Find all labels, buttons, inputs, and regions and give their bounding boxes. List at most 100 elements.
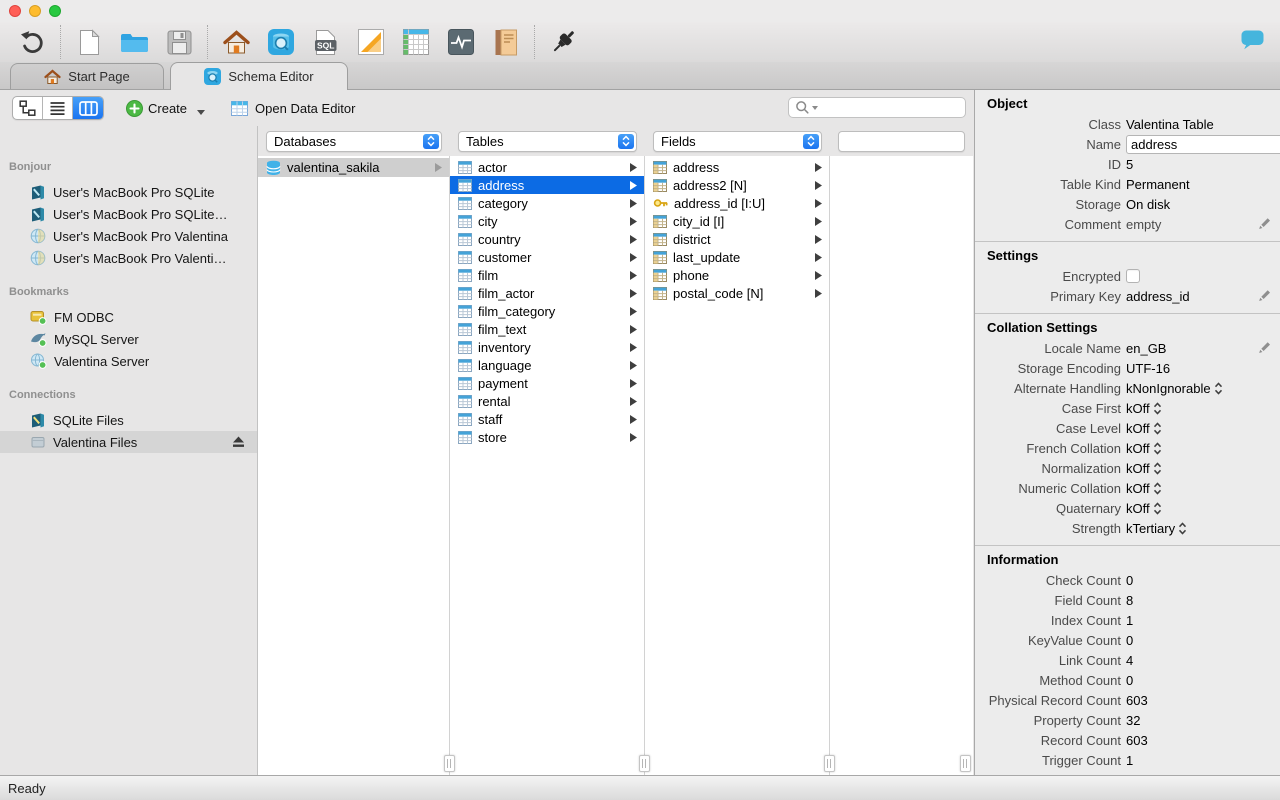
- sidebar-item-user-s-macbook-pro-sqlite-ssl-[interactable]: User's MacBook Pro SQLite (SSL): [0, 203, 257, 225]
- data-editor-button[interactable]: [401, 27, 431, 57]
- value-stepper-icon[interactable]: [1153, 461, 1162, 475]
- monitor-button[interactable]: [446, 27, 476, 57]
- edit-pencil-icon[interactable]: [1258, 217, 1271, 230]
- value-stepper-icon[interactable]: [1178, 521, 1187, 535]
- inspector-row-label: Encrypted: [1062, 268, 1121, 284]
- list-item-address2-n-[interactable]: address2 [N]: [645, 176, 829, 194]
- inspector-value-text: Permanent: [1126, 176, 1190, 192]
- sidebar-item-user-s-macbook-pro-sqlite[interactable]: User's MacBook Pro SQLite: [0, 181, 257, 203]
- list-item-language[interactable]: language: [450, 356, 644, 374]
- list-item-address[interactable]: address: [645, 158, 829, 176]
- list-item-payment[interactable]: payment: [450, 374, 644, 392]
- list-item-inventory[interactable]: inventory: [450, 338, 644, 356]
- value-stepper-icon[interactable]: [1214, 381, 1223, 395]
- diagram-button[interactable]: [356, 27, 386, 57]
- list-item-phone[interactable]: phone: [645, 266, 829, 284]
- inspector-row-value: 1: [1126, 613, 1133, 628]
- empty-select[interactable]: [838, 130, 965, 152]
- value-stepper-icon[interactable]: [1153, 501, 1162, 515]
- value-stepper-icon[interactable]: [1153, 481, 1162, 495]
- list-item-label: city: [478, 213, 498, 229]
- report-button[interactable]: [491, 27, 521, 57]
- inspector-row-label: Storage Encoding: [1017, 360, 1121, 376]
- report-icon: [494, 29, 518, 56]
- edit-pencil-icon[interactable]: [1258, 289, 1271, 302]
- sidebar-item-valentina-files[interactable]: Valentina Files: [0, 431, 257, 453]
- fields-select[interactable]: Fields: [653, 130, 822, 152]
- list-item-address-id-i-u-[interactable]: address_id [I:U]: [645, 194, 829, 212]
- value-stepper-icon[interactable]: [1153, 441, 1162, 455]
- edit-pencil-icon[interactable]: [1258, 341, 1271, 354]
- odbc-bookmark-icon: [30, 309, 47, 325]
- save-button[interactable]: [164, 27, 194, 57]
- minimize-window-button[interactable]: [29, 5, 41, 17]
- object-inspector: Object Class Valentina Table Name ID 5 Table K…: [974, 90, 1280, 775]
- list-item-district[interactable]: district: [645, 230, 829, 248]
- open-data-editor-button[interactable]: Open Data Editor: [231, 100, 355, 116]
- list-item-staff[interactable]: staff: [450, 410, 644, 428]
- list-item-store[interactable]: store: [450, 428, 644, 446]
- list-item-valentina-sakila[interactable]: valentina_sakila: [258, 158, 449, 177]
- inspector-row-value: kOff: [1126, 461, 1162, 476]
- sidebar-item-mysql-server[interactable]: MySQL Server: [0, 328, 257, 350]
- zoom-window-button[interactable]: [49, 5, 61, 17]
- column-view-button[interactable]: [73, 97, 103, 119]
- inspector-row-value: kOff: [1126, 481, 1162, 496]
- home-small-icon: [44, 69, 61, 85]
- home-button[interactable]: [221, 27, 251, 57]
- list-item-customer[interactable]: customer: [450, 248, 644, 266]
- list-item-country[interactable]: country: [450, 230, 644, 248]
- tables-select[interactable]: Tables: [458, 130, 637, 152]
- encrypted-checkbox[interactable]: [1126, 269, 1140, 283]
- sidebar-item-sqlite-files[interactable]: SQLite Files: [0, 409, 257, 431]
- databases-select[interactable]: Databases: [266, 130, 442, 152]
- column-resize-handle[interactable]: [444, 755, 455, 772]
- inspector-section-title: Object: [987, 96, 1028, 111]
- sidebar-item-label: User's MacBook Pro SQLite: [53, 184, 215, 200]
- list-item-postal-code-n-[interactable]: postal_code [N]: [645, 284, 829, 302]
- feedback-chat-button[interactable]: [1241, 30, 1264, 55]
- list-item-city[interactable]: city: [450, 212, 644, 230]
- column-resize-handle[interactable]: [824, 755, 835, 772]
- tab-schema-editor[interactable]: Schema Editor: [170, 62, 348, 90]
- list-item-last-update[interactable]: last_update: [645, 248, 829, 266]
- list-item-actor[interactable]: actor: [450, 158, 644, 176]
- schema-editor-button[interactable]: [266, 27, 296, 57]
- inspector-row-label: Physical Record Count: [988, 692, 1121, 708]
- list-item-film[interactable]: film: [450, 266, 644, 284]
- sidebar-item-fm-odbc[interactable]: FM ODBC: [0, 306, 257, 328]
- create-button[interactable]: Create: [126, 99, 206, 117]
- sql-editor-button[interactable]: SQL: [311, 27, 341, 57]
- list-item-film-category[interactable]: film_category: [450, 302, 644, 320]
- list-item-rental[interactable]: rental: [450, 392, 644, 410]
- inspector-row-value: kOff: [1126, 441, 1162, 456]
- close-window-button[interactable]: [9, 5, 21, 17]
- list-item-city-id-i-[interactable]: city_id [I]: [645, 212, 829, 230]
- tab-start-page[interactable]: Start Page: [10, 63, 164, 89]
- eject-icon[interactable]: [232, 436, 245, 448]
- value-stepper-icon[interactable]: [1153, 421, 1162, 435]
- schema-search-input[interactable]: [788, 97, 966, 118]
- connect-button[interactable]: [548, 27, 578, 57]
- list-item-label: film_actor: [478, 285, 535, 301]
- sidebar-item-user-s-macbook-pro-valentina-s-[interactable]: User's MacBook Pro Valentina (S…: [0, 247, 257, 269]
- open-folder-icon: [120, 31, 149, 54]
- new-document-button[interactable]: [74, 27, 104, 57]
- list-item-film-text[interactable]: film_text: [450, 320, 644, 338]
- column-resize-handle[interactable]: [639, 755, 650, 772]
- column-resize-handle[interactable]: [960, 755, 971, 772]
- undo-button[interactable]: [17, 27, 47, 57]
- open-folder-button[interactable]: [119, 27, 149, 57]
- list-item-category[interactable]: category: [450, 194, 644, 212]
- inspector-value-text: 0: [1126, 572, 1134, 588]
- inspector-value-text: 603: [1126, 692, 1148, 708]
- tree-view-button[interactable]: [13, 97, 43, 119]
- name-input[interactable]: [1126, 134, 1280, 154]
- list-item-address[interactable]: address: [450, 176, 644, 194]
- inspector-value-text: 1: [1126, 752, 1134, 768]
- sidebar-item-user-s-macbook-pro-valentina[interactable]: User's MacBook Pro Valentina: [0, 225, 257, 247]
- list-item-film-actor[interactable]: film_actor: [450, 284, 644, 302]
- sidebar-item-valentina-server[interactable]: Valentina Server: [0, 350, 257, 372]
- list-view-button[interactable]: [43, 97, 73, 119]
- value-stepper-icon[interactable]: [1153, 401, 1162, 415]
